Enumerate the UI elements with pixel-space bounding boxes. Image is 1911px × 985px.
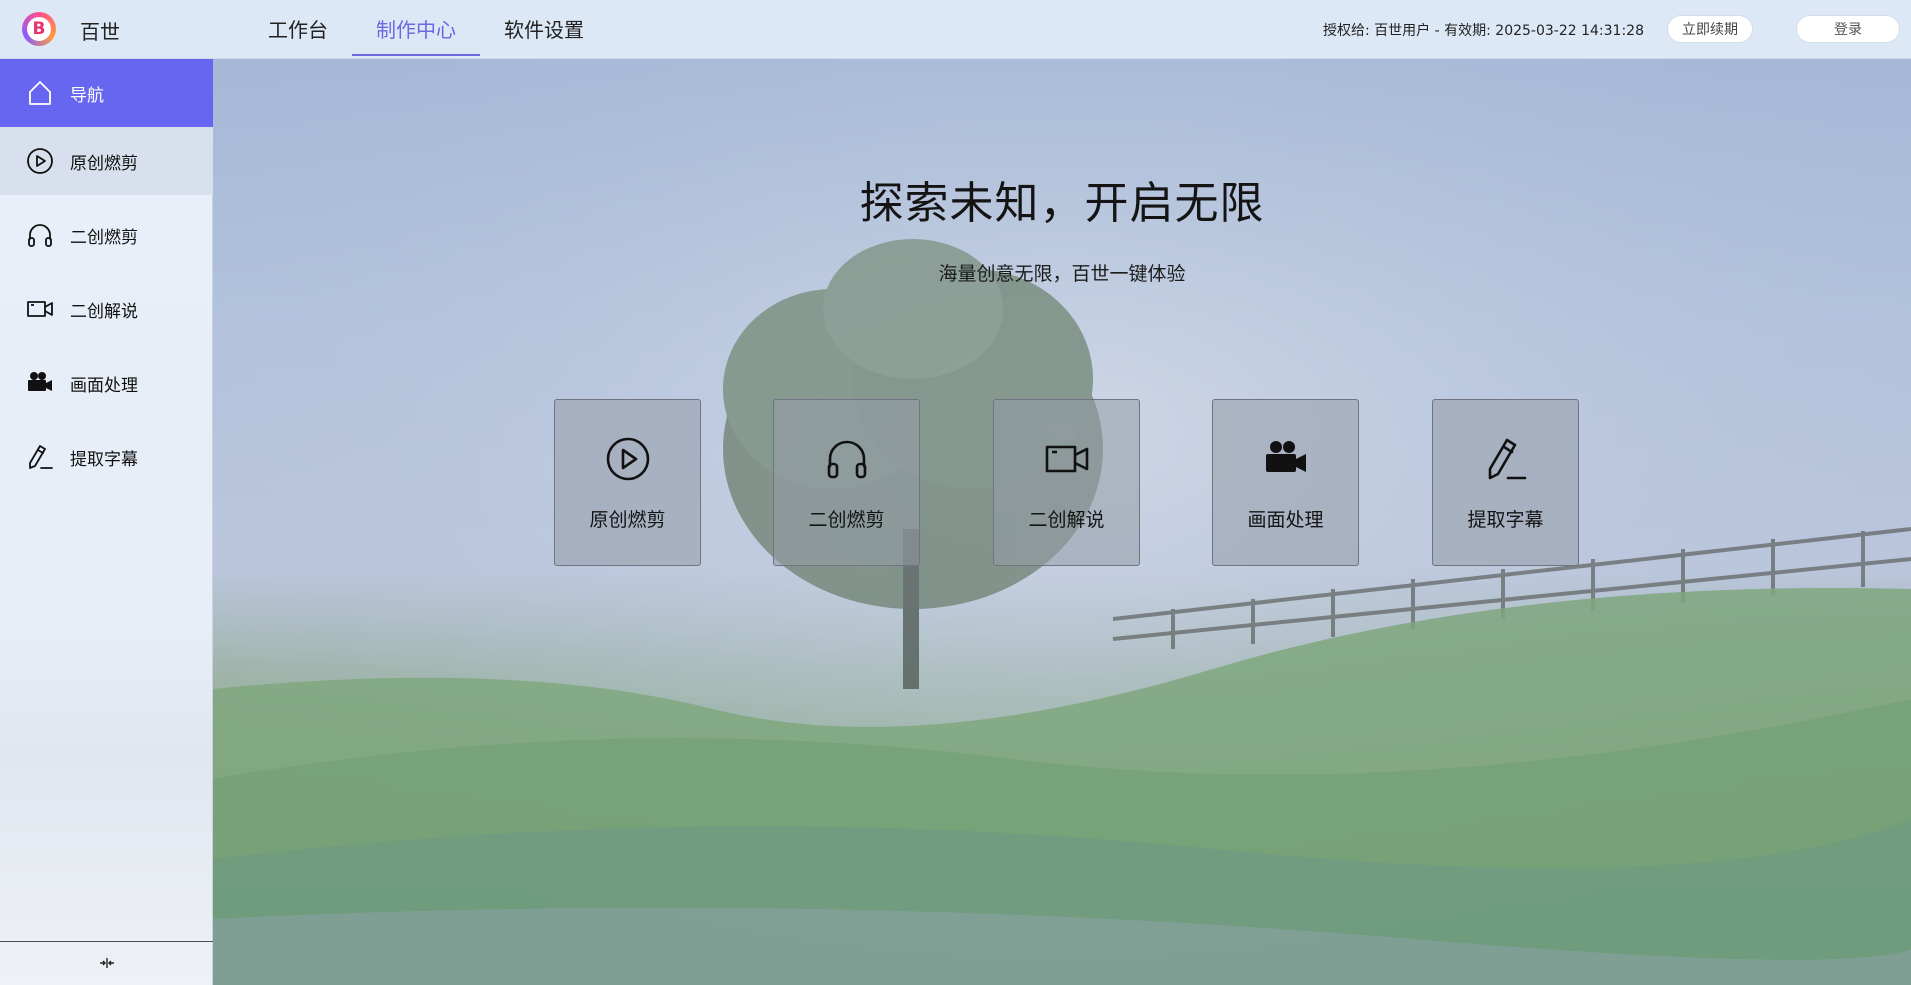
card-label: 二创解说 — [1028, 509, 1105, 531]
video-camera-icon — [994, 436, 1139, 484]
card-label: 二创燃剪 — [808, 509, 885, 531]
app-logo: B — [22, 12, 56, 46]
sidebar-item-label: 二创燃剪 — [70, 227, 138, 248]
hero-title: 探索未知，开启无限 — [859, 178, 1265, 229]
card-label: 画面处理 — [1247, 509, 1324, 531]
movie-camera-icon — [26, 369, 54, 397]
top-bar: B 百世 工作台 制作中心 软件设置 授权给: 百世用户 - 有效期: 2025… — [0, 0, 1911, 59]
movie-camera-icon — [1213, 436, 1358, 484]
sidebar-item-secondary-cut[interactable]: 二创燃剪 — [0, 201, 213, 269]
sidebar-item-label: 导航 — [70, 85, 104, 106]
sidebar-item-label: 画面处理 — [70, 375, 138, 396]
headphones-icon — [26, 221, 54, 249]
logo-letter: B — [27, 17, 51, 41]
app-name: 百世 — [80, 20, 120, 44]
play-circle-icon — [555, 436, 700, 484]
card-label: 提取字幕 — [1467, 509, 1544, 531]
sidebar-item-image-processing[interactable]: 画面处理 — [0, 349, 213, 417]
license-info: 授权给: 百世用户 - 有效期: 2025-03-22 14:31:28 — [1323, 23, 1644, 39]
video-camera-icon — [26, 295, 54, 323]
sidebar-item-label: 原创燃剪 — [70, 153, 138, 174]
feature-cards: 原创燃剪 二创燃剪 二创解说 画面处理 提取字幕 — [554, 399, 1584, 567]
sidebar: 导航 原创燃剪 二创燃剪 二创解说 画面处理 提取字幕 — [0, 59, 213, 985]
pen-icon — [1433, 436, 1578, 484]
card-secondary-cut[interactable]: 二创燃剪 — [773, 399, 920, 566]
hero-subtitle: 海量创意无限，百世一键体验 — [938, 263, 1186, 285]
card-image-processing[interactable]: 画面处理 — [1212, 399, 1359, 566]
sidebar-item-extract-subtitles[interactable]: 提取字幕 — [0, 423, 213, 491]
card-extract-subtitles[interactable]: 提取字幕 — [1432, 399, 1579, 566]
card-original-cut[interactable]: 原创燃剪 — [554, 399, 701, 566]
collapse-icon — [99, 954, 115, 973]
sidebar-collapse-button[interactable] — [0, 941, 213, 985]
sidebar-item-secondary-commentary[interactable]: 二创解说 — [0, 275, 213, 343]
renew-button[interactable]: 立即续期 — [1667, 15, 1753, 43]
card-label: 原创燃剪 — [589, 509, 666, 531]
sidebar-item-original-cut[interactable]: 原创燃剪 — [0, 127, 213, 195]
sidebar-item-navigation[interactable]: 导航 — [0, 59, 213, 127]
top-nav: 工作台 制作中心 软件设置 — [244, 0, 608, 59]
tab-workbench[interactable]: 工作台 — [244, 0, 352, 57]
headphones-icon — [774, 436, 919, 484]
sidebar-item-label: 二创解说 — [70, 301, 138, 322]
pen-icon — [26, 443, 54, 471]
login-button[interactable]: 登录 — [1796, 15, 1900, 43]
main-content: 探索未知，开启无限 海量创意无限，百世一键体验 原创燃剪 二创燃剪 二创解说 画… — [213, 59, 1911, 985]
tab-production-center[interactable]: 制作中心 — [352, 0, 480, 57]
home-icon — [26, 79, 54, 107]
tab-software-settings[interactable]: 软件设置 — [480, 0, 608, 57]
play-circle-icon — [26, 147, 54, 175]
card-secondary-commentary[interactable]: 二创解说 — [993, 399, 1140, 566]
sidebar-item-label: 提取字幕 — [70, 449, 138, 470]
